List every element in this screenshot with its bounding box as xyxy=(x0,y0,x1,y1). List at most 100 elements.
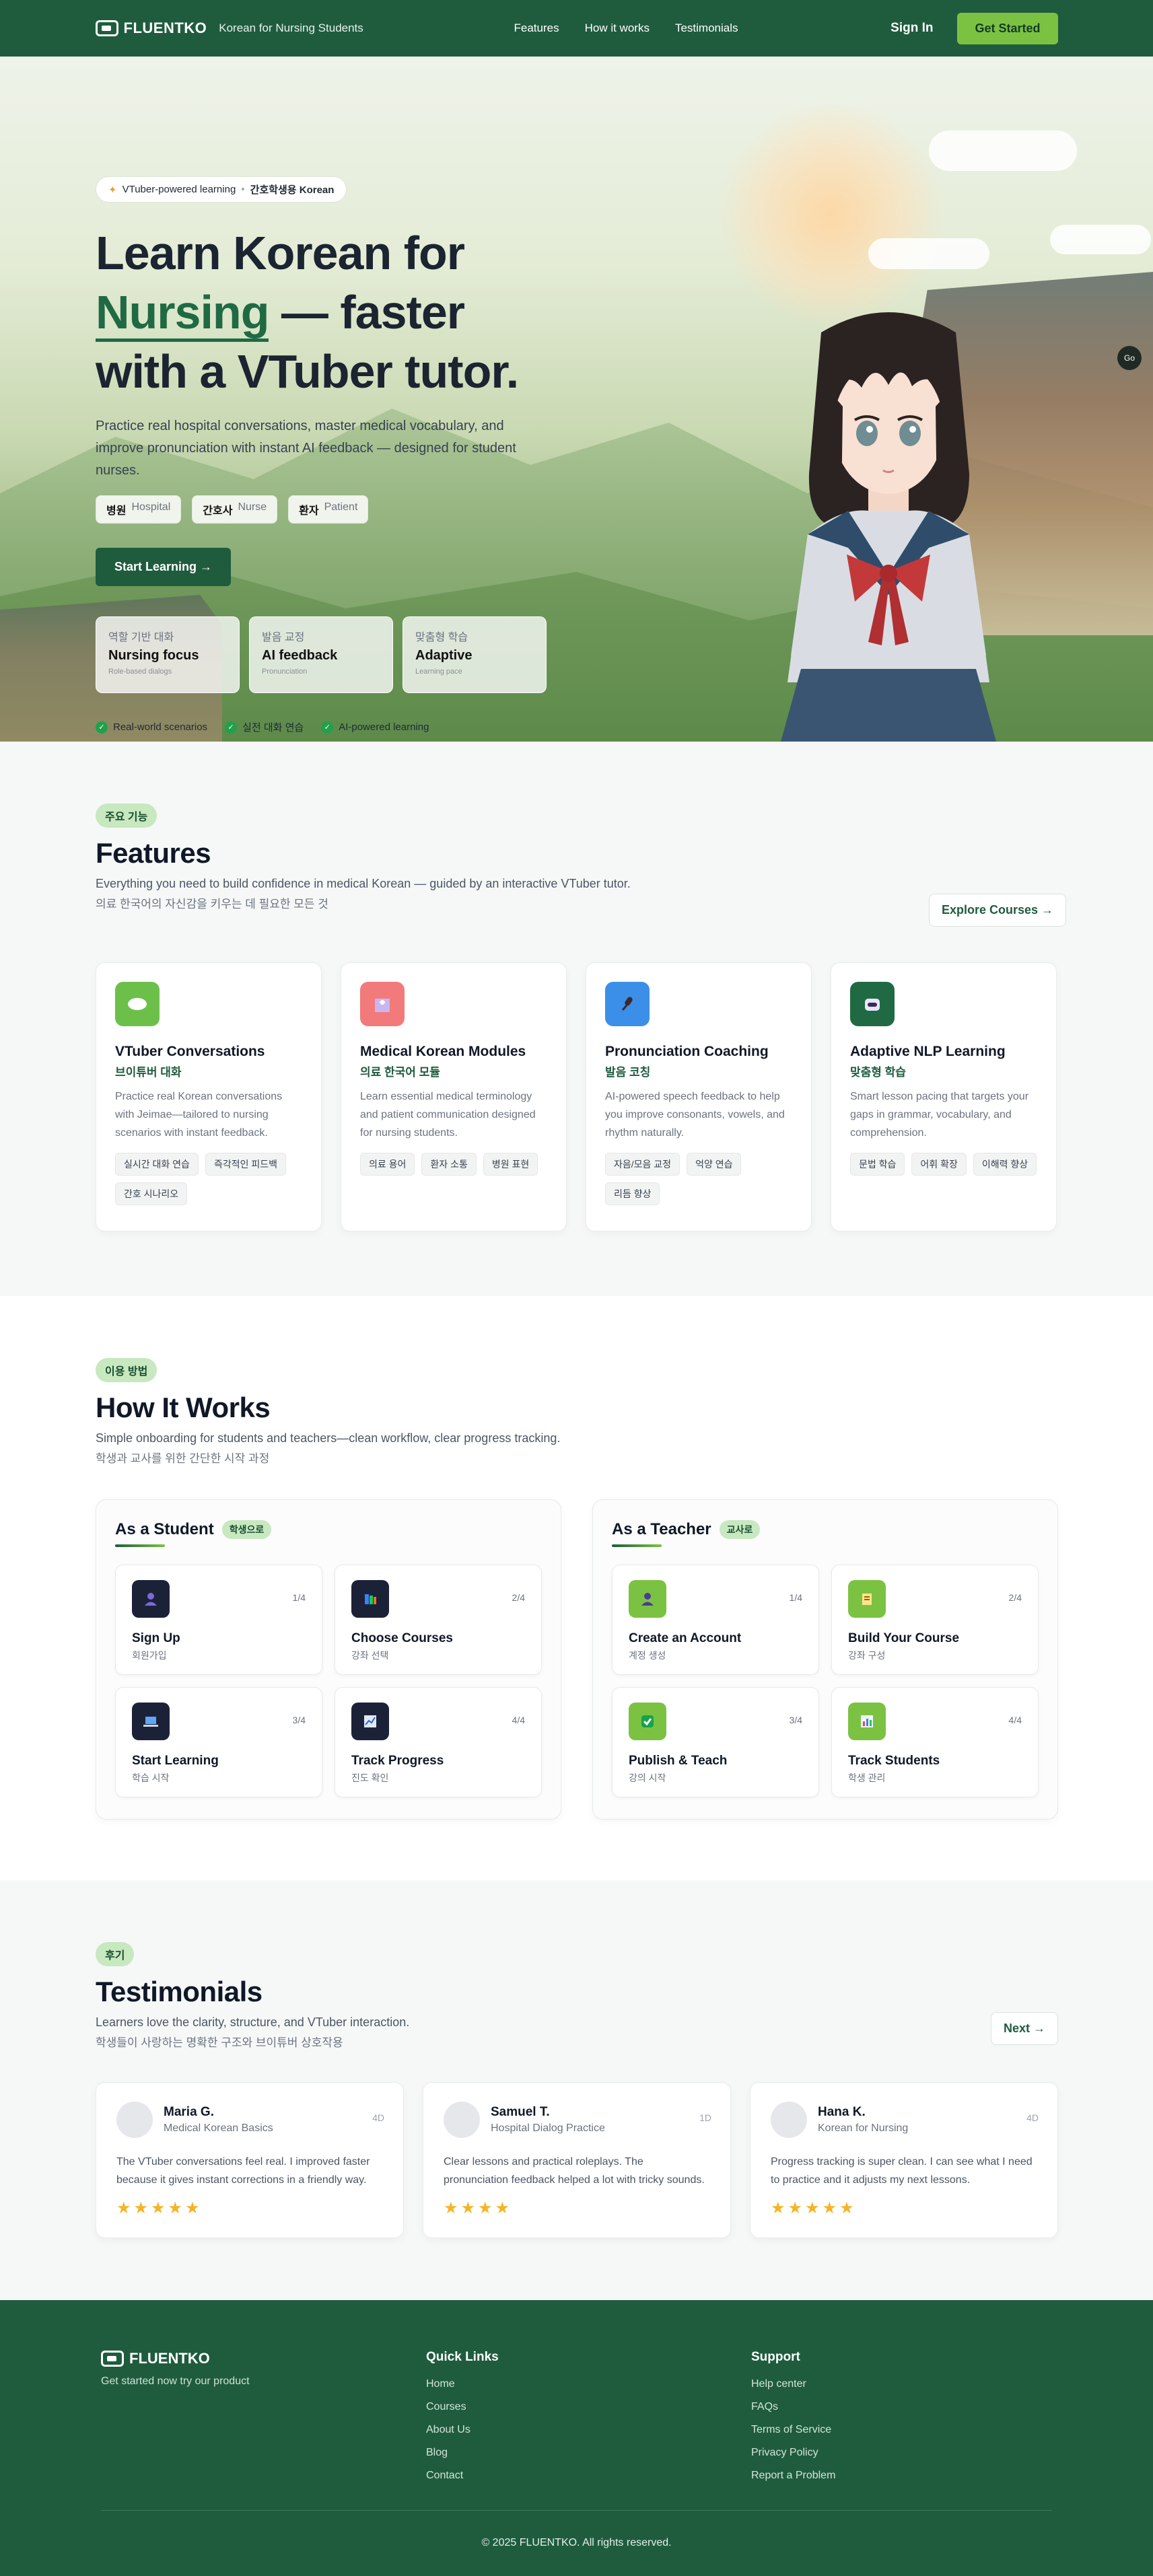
feature-tag: 자음/모음 교정 xyxy=(605,1153,680,1176)
stat-sub: Role-based dialogs xyxy=(108,668,172,676)
get-started-button[interactable]: Get Started xyxy=(957,12,1058,44)
feature-tag: 억양 연습 xyxy=(687,1153,742,1176)
panel-title: As a Teacher xyxy=(612,1520,711,1538)
testimonial-card: Maria G. Medical Korean Basics 4D The VT… xyxy=(96,2082,404,2238)
step-card[interactable]: 1/4 Create an Account 계정 생성 xyxy=(612,1565,819,1675)
stat-title: AI feedback xyxy=(262,648,338,663)
section-description: Learners love the clarity, structure, an… xyxy=(96,2015,410,2029)
feature-card[interactable]: VTuber Conversations 브이튜버 대화 Practice re… xyxy=(96,962,322,1231)
cloud-decoration xyxy=(929,131,1077,171)
stat-title: Adaptive xyxy=(415,648,473,663)
check-item: ✓ AI-powered learning xyxy=(321,720,429,734)
footer-logo[interactable]: FLUENTKO xyxy=(101,2350,250,2367)
feature-title: Pronunciation Coaching xyxy=(605,1044,769,1059)
feature-tag: 의료 용어 xyxy=(360,1153,415,1176)
nav-link-testimonials[interactable]: Testimonials xyxy=(675,22,738,35)
section-description: Simple onboarding for students and teach… xyxy=(96,1431,561,1445)
reviewer-course: Korean for Nursing xyxy=(818,2122,909,2134)
step-counter: 1/4 xyxy=(789,1592,802,1603)
footer-link-courses[interactable]: Courses xyxy=(426,2401,499,2413)
step-title: Choose Courses xyxy=(351,1631,453,1645)
footer-link-blog[interactable]: Blog xyxy=(426,2447,499,2459)
section-description: Everything you need to build confidence … xyxy=(96,877,631,890)
step-card[interactable]: 2/4 Build Your Course 강좌 구성 xyxy=(831,1565,1039,1675)
review-age: 4D xyxy=(1026,2112,1039,2123)
step-card[interactable]: 2/4 Choose Courses 강좌 선택 xyxy=(335,1565,542,1675)
step-counter: 3/4 xyxy=(292,1715,306,1725)
sign-in-link[interactable]: Sign In xyxy=(890,21,933,36)
footer-link-privacy[interactable]: Privacy Policy xyxy=(751,2447,835,2459)
footer: FLUENTKO Get started now try our product… xyxy=(0,2300,1153,2576)
footer-link-terms[interactable]: Terms of Service xyxy=(751,2424,835,2436)
footer-link-home[interactable]: Home xyxy=(426,2378,499,2390)
check-item: ✓ 실전 대화 연습 xyxy=(225,720,304,734)
footer-link-help[interactable]: Help center xyxy=(751,2378,835,2390)
step-title-kr: 학습 시작 xyxy=(132,1773,170,1783)
footer-link-about[interactable]: About Us xyxy=(426,2424,499,2436)
robot-icon xyxy=(850,982,895,1026)
review-text: The VTuber conversations feel real. I im… xyxy=(116,2156,370,2186)
stat-title: Nursing focus xyxy=(108,648,199,663)
explore-courses-button[interactable]: Explore Courses → xyxy=(929,894,1067,927)
step-title: Create an Account xyxy=(629,1631,742,1645)
feature-tag: 환자 소통 xyxy=(421,1153,477,1176)
copyright: © 2025 FLUENTKO. All rights reserved. xyxy=(481,2537,672,2548)
step-counter: 3/4 xyxy=(789,1715,802,1725)
feature-card[interactable]: Adaptive NLP Learning 맞춤형 학습 Smart lesso… xyxy=(831,962,1057,1231)
feature-tag: 즉각적인 피드백 xyxy=(205,1153,287,1176)
feature-title: Adaptive NLP Learning xyxy=(850,1044,1006,1059)
hero-checks: ✓ Real-world scenarios ✓ 실전 대화 연습 ✓ AI-powe… xyxy=(96,720,429,734)
step-title: Publish & Teach xyxy=(629,1754,728,1768)
testimonial-card: Samuel T. Hospital Dialog Practice 1D Cl… xyxy=(423,2082,731,2238)
next-button[interactable]: Next → xyxy=(991,2012,1059,2045)
nav-link-how-it-works[interactable]: How it works xyxy=(585,22,650,35)
step-title-kr: 강의 시작 xyxy=(629,1773,666,1783)
footer-logo-text: FLUENTKO xyxy=(129,2350,210,2367)
chip-en: Nurse xyxy=(238,501,267,513)
step-card[interactable]: 3/4 Publish & Teach 강의 시작 xyxy=(612,1687,819,1797)
logo-text: FLUENTKO xyxy=(123,20,207,36)
footer-link-faqs[interactable]: FAQs xyxy=(751,2401,835,2413)
feature-tag: 간호 시나리오 xyxy=(115,1182,188,1205)
nav-link-features[interactable]: Features xyxy=(514,22,559,35)
nav-tagline: Korean for Nursing Students xyxy=(219,22,363,34)
feature-title: Medical Korean Modules xyxy=(360,1044,526,1059)
feature-description: Learn essential medical terminology and … xyxy=(360,1091,536,1139)
check-icon: ✓ xyxy=(321,721,334,734)
section-title: Testimonials xyxy=(96,1976,263,2007)
step-card[interactable]: 4/4 Track Progress 진도 확인 xyxy=(335,1687,542,1797)
stat-kr: 역할 기반 대화 xyxy=(108,632,174,643)
title-underline xyxy=(612,1544,662,1547)
step-card[interactable]: 4/4 Track Students 학생 관리 xyxy=(831,1687,1039,1797)
feature-tag: 어휘 확장 xyxy=(911,1153,967,1176)
footer-subtitle: Get started now try our product xyxy=(101,2375,250,2387)
reviewer-course: Hospital Dialog Practice xyxy=(491,2122,605,2134)
start-learning-button[interactable]: Start Learning → xyxy=(96,548,232,586)
check-text: Real-world scenarios xyxy=(113,721,208,733)
footer-link-contact[interactable]: Contact xyxy=(426,2470,499,2482)
feature-tag: 리듬 향상 xyxy=(605,1182,660,1205)
step-counter: 2/4 xyxy=(512,1592,525,1603)
step-title: Track Students xyxy=(848,1754,940,1768)
vtuber-mode-icon[interactable]: Go xyxy=(1117,346,1142,370)
hero-chips: 병원 Hospital 간호사 Nurse 환자 Patient xyxy=(96,495,369,524)
star-rating: ★★★★ xyxy=(444,2199,513,2217)
hospital-icon xyxy=(360,982,405,1026)
chat-bubble-icon xyxy=(115,982,160,1026)
stat-kr: 발음 교정 xyxy=(262,632,305,643)
hero-pill: ✦ VTuber-powered learning • 간호학생용 Korean xyxy=(96,176,347,203)
feature-card[interactable]: Medical Korean Modules 의료 한국어 모듈 Learn e… xyxy=(341,962,567,1231)
notepad-icon xyxy=(848,1580,886,1618)
title-underline xyxy=(115,1544,165,1547)
step-card[interactable]: 3/4 Start Learning 학습 시작 xyxy=(115,1687,322,1797)
logo[interactable]: FLUENTKO xyxy=(95,20,207,37)
step-title-kr: 회원가입 xyxy=(132,1650,167,1661)
feature-title: VTuber Conversations xyxy=(115,1044,265,1059)
features-section: 주요 기능 Features Everything you need to bu… xyxy=(0,742,1153,1296)
footer-link-report[interactable]: Report a Problem xyxy=(751,2470,835,2482)
feature-card[interactable]: Pronunciation Coaching 발음 코칭 AI-powered … xyxy=(586,962,812,1231)
vtuber-character xyxy=(781,312,996,742)
step-title-kr: 진도 확인 xyxy=(351,1773,389,1783)
logo-icon xyxy=(95,20,118,36)
step-card[interactable]: 1/4 Sign Up 회원가입 xyxy=(115,1565,322,1675)
